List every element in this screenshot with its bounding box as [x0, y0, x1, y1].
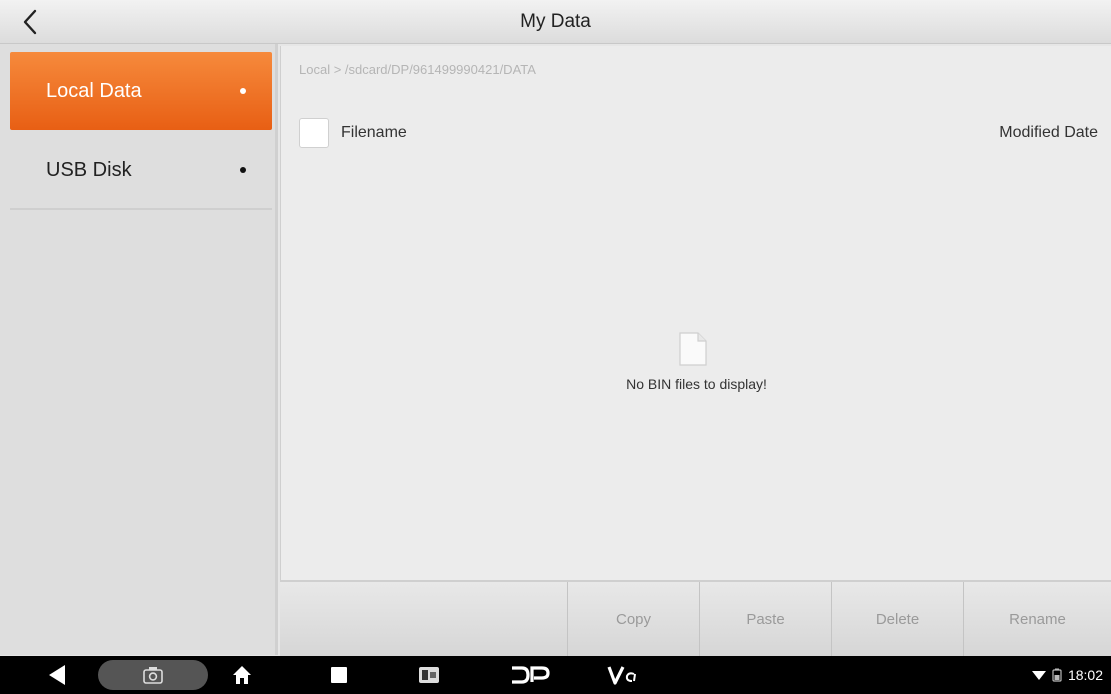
action-bar: Copy Paste Delete Rename: [280, 580, 1111, 656]
sidebar-item-label: Local Data: [46, 79, 142, 102]
dp-app-button[interactable]: [508, 656, 552, 694]
page-title: My Data: [520, 11, 591, 32]
vci-logo: [607, 666, 636, 685]
select-all-checkbox[interactable]: [299, 118, 329, 148]
sidebar-item-local-data[interactable]: Local Data: [10, 52, 272, 130]
screenshot-icon: [143, 667, 163, 684]
app-shortcut-icon: [419, 667, 439, 683]
battery-icon: [1052, 668, 1062, 682]
column-filename[interactable]: Filename: [341, 124, 407, 142]
sidebar-item-usb-disk[interactable]: USB Disk: [10, 132, 272, 210]
app-shortcut-button[interactable]: [414, 656, 444, 694]
empty-message: No BIN files to display!: [626, 376, 767, 392]
sidebar-item-label: USB Disk: [46, 158, 132, 181]
dp-logo: [512, 666, 550, 684]
copy-button[interactable]: Copy: [567, 582, 699, 656]
column-modified-date[interactable]: Modified Date: [999, 124, 1098, 142]
rename-button[interactable]: Rename: [963, 582, 1111, 656]
title-bar: My Data: [0, 0, 1111, 44]
dot-icon: [240, 167, 246, 173]
screenshot-button[interactable]: [98, 656, 208, 694]
system-nav-bar: 18:02: [0, 656, 1111, 694]
nav-back-button[interactable]: [40, 656, 74, 694]
recent-apps-button[interactable]: [325, 656, 353, 694]
home-icon: [233, 666, 251, 684]
active-dot-icon: [240, 88, 246, 94]
wifi-icon: [1031, 671, 1046, 680]
clock: 18:02: [1067, 667, 1103, 683]
empty-file-icon: [679, 332, 707, 366]
back-icon: [49, 665, 65, 685]
list-header: Filename Modified Date: [281, 106, 1111, 158]
status-area: 18:02: [1031, 656, 1103, 694]
breadcrumb: Local > /sdcard/DP/961499990421/DATA: [299, 62, 536, 77]
delete-button[interactable]: Delete: [831, 582, 963, 656]
home-button[interactable]: [228, 656, 256, 694]
file-list-panel: Local > /sdcard/DP/961499990421/DATA Fil…: [280, 46, 1111, 580]
recent-apps-icon: [331, 667, 347, 683]
screenshot-pill: [98, 660, 208, 690]
paste-button[interactable]: Paste: [699, 582, 831, 656]
sidebar: Local Data USB Disk: [0, 44, 278, 655]
vci-app-button[interactable]: [605, 656, 639, 694]
